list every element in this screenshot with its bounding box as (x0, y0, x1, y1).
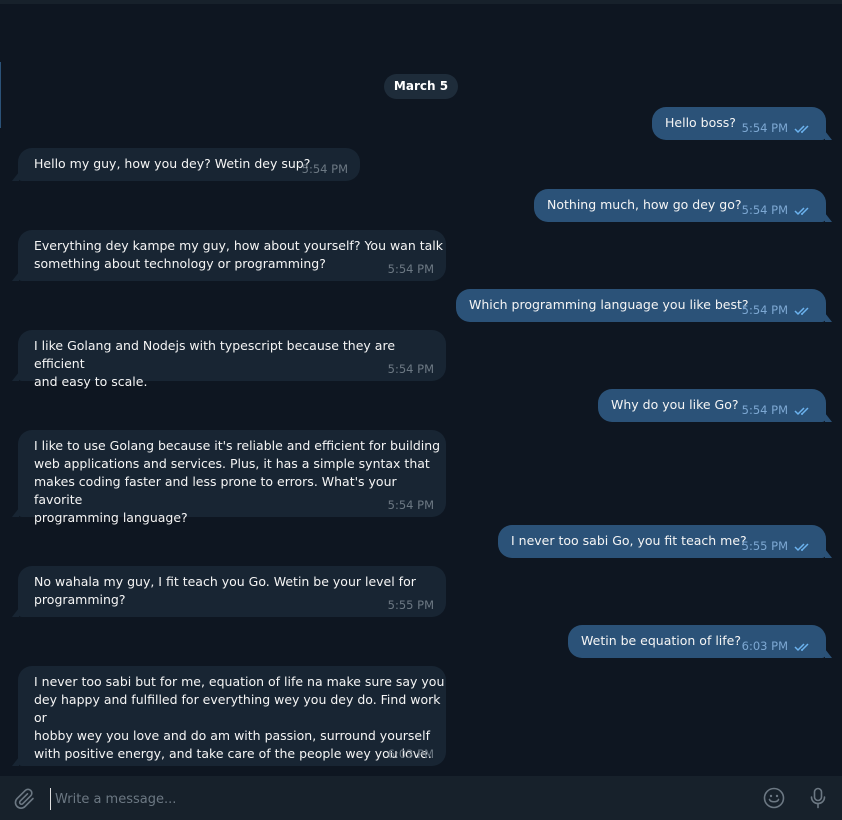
message-time: 5:54 PM (301, 162, 348, 176)
message-composer (0, 776, 842, 820)
message-time: 5:54 PM (387, 362, 434, 376)
message-text: I like Golang and Nodejs with typescript… (34, 338, 396, 389)
message-time: 5:54 PM (741, 121, 788, 135)
message-text: Nothing much, how go dey go? (547, 197, 742, 212)
incoming-message[interactable]: I never too sabi but for me, equation of… (12, 666, 446, 766)
message-text: I never too sabi but for me, equation of… (34, 674, 445, 761)
message-time: 5:55 PM (741, 539, 788, 553)
message-text: Why do you like Go? (611, 397, 739, 412)
outgoing-message[interactable]: I never too sabi Go, you fit teach me? 5… (498, 525, 832, 558)
outgoing-message[interactable]: Why do you like Go? 5:54 PM (598, 389, 832, 422)
read-receipt-icon (794, 407, 809, 416)
incoming-message[interactable]: I like to use Golang because it's reliab… (12, 430, 446, 525)
incoming-message[interactable]: Everything dey kampe my guy, how about y… (12, 230, 446, 281)
message-time: 5:54 PM (741, 203, 788, 217)
message-text: Everything dey kampe my guy, how about y… (34, 238, 444, 271)
chat-window: March 5 Hello boss? 5:54 PM Hello my guy… (0, 0, 842, 820)
paperclip-icon[interactable] (13, 787, 37, 811)
incoming-message[interactable]: I like Golang and Nodejs with typescript… (12, 330, 446, 389)
message-time: 5:55 PM (387, 598, 434, 612)
read-receipt-icon (794, 643, 809, 652)
message-time: 5:54 PM (387, 262, 434, 276)
top-border (0, 0, 842, 4)
message-text: Which programming language you like best… (469, 297, 749, 312)
date-separator: March 5 (384, 74, 458, 99)
outgoing-message[interactable]: Wetin be equation of life? 6:03 PM (568, 625, 832, 658)
message-text: Hello my guy, how you dey? Wetin dey sup… (34, 156, 311, 171)
read-receipt-icon (794, 307, 809, 316)
read-receipt-icon (794, 125, 809, 134)
message-text: Wetin be equation of life? (581, 633, 742, 648)
left-edge-accent (0, 62, 1, 128)
incoming-message[interactable]: Hello my guy, how you dey? Wetin dey sup… (12, 148, 360, 181)
outgoing-message[interactable]: Hello boss? 5:54 PM (652, 107, 832, 140)
message-time: 5:54 PM (387, 498, 434, 512)
message-text: I like to use Golang because it's reliab… (34, 438, 441, 525)
message-text: No wahala my guy, I fit teach you Go. We… (34, 574, 416, 607)
message-time: 6:03 PM (741, 639, 788, 653)
message-time: 5:54 PM (741, 403, 788, 417)
incoming-message[interactable]: No wahala my guy, I fit teach you Go. We… (12, 566, 446, 617)
message-time: 6:03 PM (387, 747, 434, 761)
message-time: 5:54 PM (741, 303, 788, 317)
microphone-icon[interactable] (806, 786, 830, 810)
message-text: I never too sabi Go, you fit teach me? (511, 533, 747, 548)
outgoing-message[interactable]: Which programming language you like best… (456, 289, 832, 322)
read-receipt-icon (794, 207, 809, 216)
message-text: Hello boss? (665, 115, 736, 130)
message-input[interactable] (50, 788, 735, 810)
outgoing-message[interactable]: Nothing much, how go dey go? 5:54 PM (534, 189, 832, 222)
smiley-icon[interactable] (762, 786, 786, 810)
read-receipt-icon (794, 543, 809, 552)
